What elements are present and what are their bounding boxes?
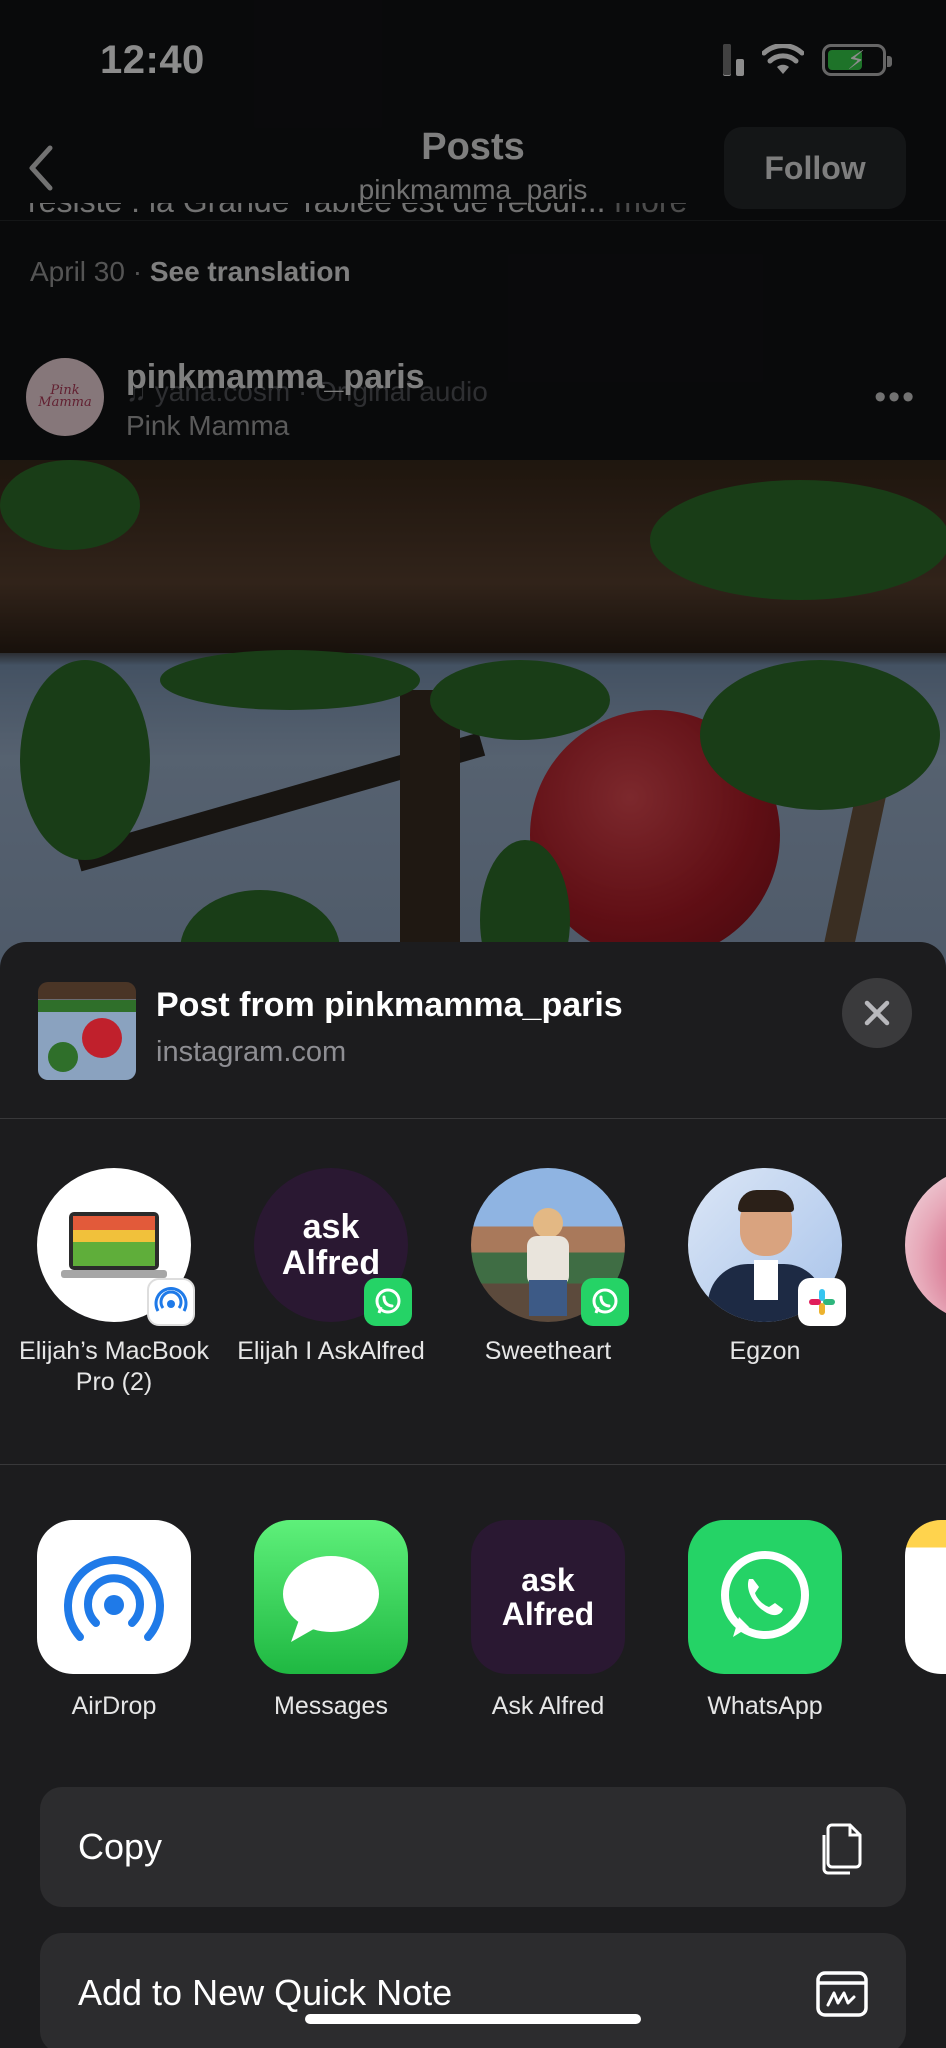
person-name: Elijah’s MacBook Pro (2) xyxy=(19,1337,209,1396)
apps-row: AirDrop Messages ask Alfred Ask Alfred W… xyxy=(0,1520,946,1720)
airdrop-icon xyxy=(37,1520,191,1674)
home-indicator[interactable] xyxy=(305,2014,641,2024)
share-title: Post from pinkmamma_paris xyxy=(156,986,623,1024)
app-notes-partial[interactable] xyxy=(882,1520,946,1674)
close-icon xyxy=(864,1000,890,1026)
person-name: Elijah I AskAlfred xyxy=(237,1337,425,1365)
avatar xyxy=(471,1168,629,1326)
ask-alfred-icon: ask Alfred xyxy=(471,1520,625,1674)
avatar xyxy=(688,1168,846,1326)
alfred-logo-text: ask Alfred xyxy=(281,1208,381,1282)
quick-note-label: Add to New Quick Note xyxy=(78,1972,453,2013)
share-subtitle: instagram.com xyxy=(156,1036,347,1068)
share-header: Post from pinkmamma_paris instagram.com xyxy=(0,942,946,1118)
person-macbook[interactable]: Elijah’s MacBook Pro (2) xyxy=(14,1168,214,1398)
whatsapp-badge-icon xyxy=(581,1278,629,1326)
app-messages[interactable]: Messages xyxy=(231,1520,431,1721)
app-whatsapp[interactable]: WhatsApp xyxy=(665,1520,865,1721)
divider xyxy=(0,1118,946,1119)
share-sheet: Post from pinkmamma_paris instagram.com xyxy=(0,942,946,2048)
person-name: Sweetheart xyxy=(484,1337,612,1365)
quick-note-action[interactable]: Add to New Quick Note xyxy=(40,1933,906,2048)
divider xyxy=(0,1464,946,1465)
sheet-backdrop[interactable] xyxy=(0,0,946,1000)
person-askalfred[interactable]: ask Alfred Elijah I AskAlfred xyxy=(231,1168,431,1367)
slack-badge-icon xyxy=(798,1278,846,1326)
app-name: Messages xyxy=(274,1692,388,1720)
app-name: WhatsApp xyxy=(707,1692,823,1720)
suggested-people-row: Elijah’s MacBook Pro (2) ask Alfred Elij… xyxy=(0,1168,946,1428)
messages-icon xyxy=(254,1520,408,1674)
avatar xyxy=(905,1168,946,1322)
airdrop-badge-icon xyxy=(147,1278,195,1326)
person-name: Egzon xyxy=(729,1337,801,1365)
avatar: ask Alfred xyxy=(254,1168,412,1326)
app-airdrop[interactable]: AirDrop xyxy=(14,1520,214,1721)
copy-action[interactable]: Copy xyxy=(40,1787,906,1907)
person-egzon[interactable]: Egzon xyxy=(665,1168,865,1367)
whatsapp-icon xyxy=(688,1520,842,1674)
app-name: AirDrop xyxy=(71,1692,157,1720)
whatsapp-badge-icon xyxy=(364,1278,412,1326)
notes-icon xyxy=(905,1520,946,1674)
copy-icon xyxy=(822,1823,862,1875)
app-ask-alfred[interactable]: ask Alfred Ask Alfred xyxy=(448,1520,648,1721)
quick-note-icon xyxy=(816,1971,868,2017)
close-button[interactable] xyxy=(842,978,912,1048)
avatar xyxy=(37,1168,195,1326)
post-thumbnail xyxy=(38,982,136,1080)
person-partial[interactable] xyxy=(882,1168,946,1322)
alfred-logo-text: ask Alfred xyxy=(501,1562,595,1632)
person-sweetheart[interactable]: Sweetheart xyxy=(448,1168,648,1367)
app-name: Ask Alfred xyxy=(491,1692,605,1720)
copy-label: Copy xyxy=(78,1826,163,1867)
